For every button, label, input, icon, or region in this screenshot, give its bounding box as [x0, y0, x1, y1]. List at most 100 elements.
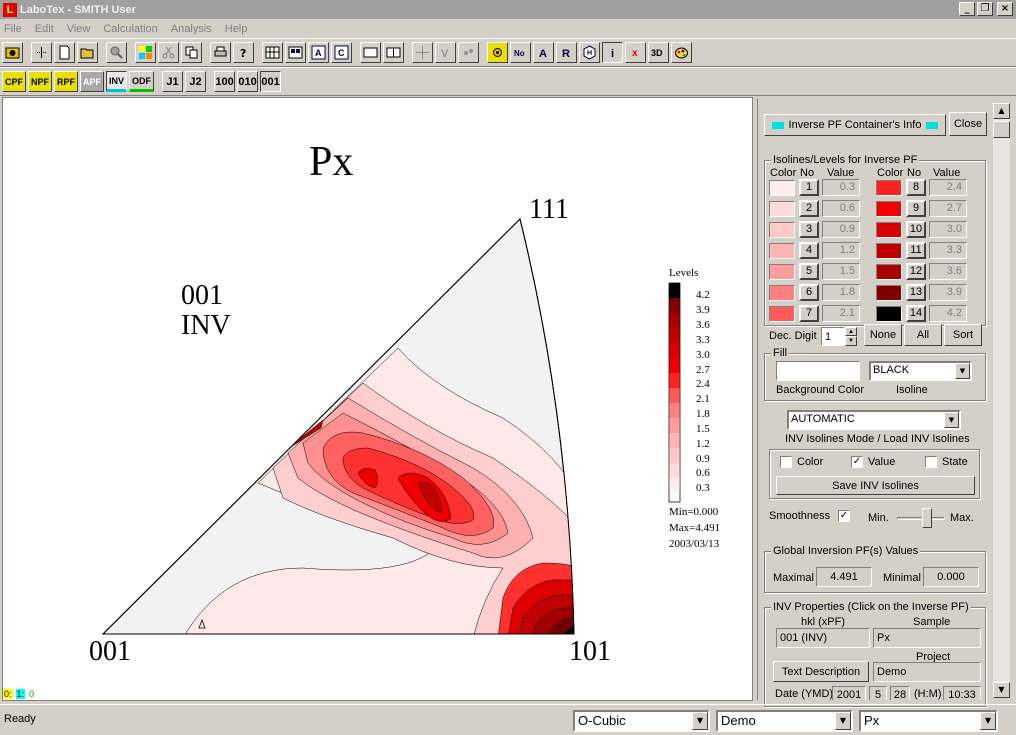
- open-project-icon[interactable]: [2, 42, 23, 63]
- level-color-swatch[interactable]: [769, 306, 795, 322]
- npf-button[interactable]: NPF: [28, 71, 52, 92]
- menu-edit[interactable]: Edit: [35, 23, 54, 35]
- level-number-button[interactable]: 3: [799, 221, 819, 238]
- normalization-icon[interactable]: No: [510, 42, 531, 63]
- save-inv-isolines-button[interactable]: Save INV Isolines: [776, 476, 975, 495]
- hex-tool-icon[interactable]: H: [579, 42, 600, 63]
- level-color-swatch[interactable]: [876, 243, 902, 259]
- dir-100-button[interactable]: 100: [214, 71, 236, 92]
- menu-analysis[interactable]: Analysis: [171, 23, 212, 35]
- minimize-button[interactable]: _: [959, 2, 975, 16]
- info-icon[interactable]: i: [602, 42, 623, 63]
- container-info-button[interactable]: Inverse PF Container's Info: [764, 114, 946, 136]
- open-folder-icon[interactable]: [77, 42, 98, 63]
- level-value-field[interactable]: 1.5: [822, 263, 860, 280]
- close-window-button[interactable]: ×: [997, 2, 1013, 16]
- r-tool-icon[interactable]: R: [556, 42, 577, 63]
- scroll-thumb[interactable]: [993, 121, 1010, 138]
- level-value-field[interactable]: 0.3: [822, 179, 860, 196]
- level-value-field[interactable]: 3.6: [929, 263, 967, 280]
- vector-icon[interactable]: V: [435, 42, 456, 63]
- j2-button[interactable]: J2: [185, 71, 207, 92]
- isolines-mode-select[interactable]: AUTOMATIC ▼: [787, 410, 961, 430]
- level-number-button[interactable]: 11: [906, 242, 926, 259]
- level-color-swatch[interactable]: [876, 285, 902, 301]
- level-value-field[interactable]: 2.7: [929, 200, 967, 217]
- help-icon[interactable]: ?: [233, 42, 254, 63]
- dir-010-button[interactable]: 010: [237, 71, 259, 92]
- level-number-button[interactable]: 8: [906, 179, 926, 196]
- chevron-down-icon[interactable]: ▼: [944, 412, 959, 428]
- background-color-swatch[interactable]: [776, 361, 860, 381]
- panel-scrollbar[interactable]: ▲ ▼: [993, 103, 1010, 698]
- restore-button[interactable]: ❐: [977, 2, 993, 16]
- level-value-field[interactable]: 3.3: [929, 242, 967, 259]
- table-view-icon[interactable]: [285, 42, 306, 63]
- dec-digit-spinner[interactable]: ▲ ▼: [845, 327, 857, 346]
- level-number-button[interactable]: 5: [799, 263, 819, 280]
- sort-button[interactable]: Sort: [944, 324, 982, 346]
- spin-down-icon[interactable]: ▼: [845, 336, 857, 346]
- level-value-field[interactable]: 3.0: [929, 221, 967, 238]
- level-value-field[interactable]: 1.8: [822, 284, 860, 301]
- a-tool-icon[interactable]: A: [533, 42, 554, 63]
- level-number-button[interactable]: 1: [799, 179, 819, 196]
- inverse-pf-canvas[interactable]: Px 001 INV 111 001 101 Levels 4.2 3.9 3.…: [2, 97, 753, 701]
- level-value-field[interactable]: 2.1: [822, 305, 860, 322]
- separator-tool-icon[interactable]: [31, 42, 52, 63]
- color-checkbox[interactable]: [780, 456, 792, 468]
- inv-button[interactable]: INV: [106, 71, 128, 92]
- j1-button[interactable]: J1: [162, 71, 184, 92]
- rpf-button[interactable]: RPF: [54, 71, 78, 92]
- value-checkbox[interactable]: ✓: [851, 456, 863, 468]
- all-button[interactable]: All: [904, 324, 942, 346]
- view-a-icon[interactable]: A: [308, 42, 329, 63]
- cpf-button[interactable]: CPF: [2, 71, 26, 92]
- level-color-swatch[interactable]: [769, 264, 795, 280]
- level-number-button[interactable]: 9: [906, 200, 926, 217]
- smoothness-slider-track[interactable]: [897, 517, 945, 520]
- find-icon[interactable]: [106, 42, 127, 63]
- 3d-view-icon[interactable]: 3D: [648, 42, 669, 63]
- inverse-pf-plot[interactable]: [3, 98, 752, 700]
- crosshair-icon[interactable]: [412, 42, 433, 63]
- smoothness-checkbox[interactable]: ✓: [838, 510, 850, 522]
- level-number-button[interactable]: 7: [799, 305, 819, 322]
- level-color-swatch[interactable]: [876, 306, 902, 322]
- odf-button[interactable]: ODF: [129, 71, 155, 92]
- menu-calculation[interactable]: Calculation: [103, 23, 157, 35]
- level-number-button[interactable]: 4: [799, 242, 819, 259]
- spin-up-icon[interactable]: ▲: [845, 327, 857, 336]
- level-value-field[interactable]: 0.6: [822, 200, 860, 217]
- chevron-down-icon[interactable]: ▼: [980, 712, 996, 730]
- level-value-field[interactable]: 2.4: [929, 179, 967, 196]
- menu-file[interactable]: File: [4, 23, 22, 35]
- palette-icon[interactable]: [671, 42, 692, 63]
- level-color-swatch[interactable]: [876, 201, 902, 217]
- dir-001-button[interactable]: 001: [260, 71, 282, 92]
- points-icon[interactable]: [458, 42, 479, 63]
- scroll-down-icon[interactable]: ▼: [993, 682, 1010, 698]
- level-color-swatch[interactable]: [876, 264, 902, 280]
- state-checkbox[interactable]: [925, 456, 937, 468]
- level-color-swatch[interactable]: [876, 180, 902, 196]
- text-description-button[interactable]: Text Description: [773, 661, 869, 682]
- none-button[interactable]: None: [864, 324, 902, 346]
- level-number-button[interactable]: 14: [906, 305, 926, 322]
- single-window-icon[interactable]: [360, 42, 381, 63]
- level-number-button[interactable]: 10: [906, 221, 926, 238]
- apf-button[interactable]: APF: [80, 71, 104, 92]
- settings-icon[interactable]: [487, 42, 508, 63]
- menu-help[interactable]: Help: [225, 23, 248, 35]
- print-icon[interactable]: [210, 42, 231, 63]
- level-number-button[interactable]: 12: [906, 263, 926, 280]
- new-file-icon[interactable]: [54, 42, 75, 63]
- level-color-swatch[interactable]: [769, 180, 795, 196]
- scroll-up-icon[interactable]: ▲: [993, 103, 1010, 119]
- level-value-field[interactable]: 1.2: [822, 242, 860, 259]
- level-color-swatch[interactable]: [769, 285, 795, 301]
- close-panel-button[interactable]: Close: [949, 112, 987, 136]
- grid-icon[interactable]: [262, 42, 283, 63]
- level-number-button[interactable]: 13: [906, 284, 926, 301]
- level-number-button[interactable]: 6: [799, 284, 819, 301]
